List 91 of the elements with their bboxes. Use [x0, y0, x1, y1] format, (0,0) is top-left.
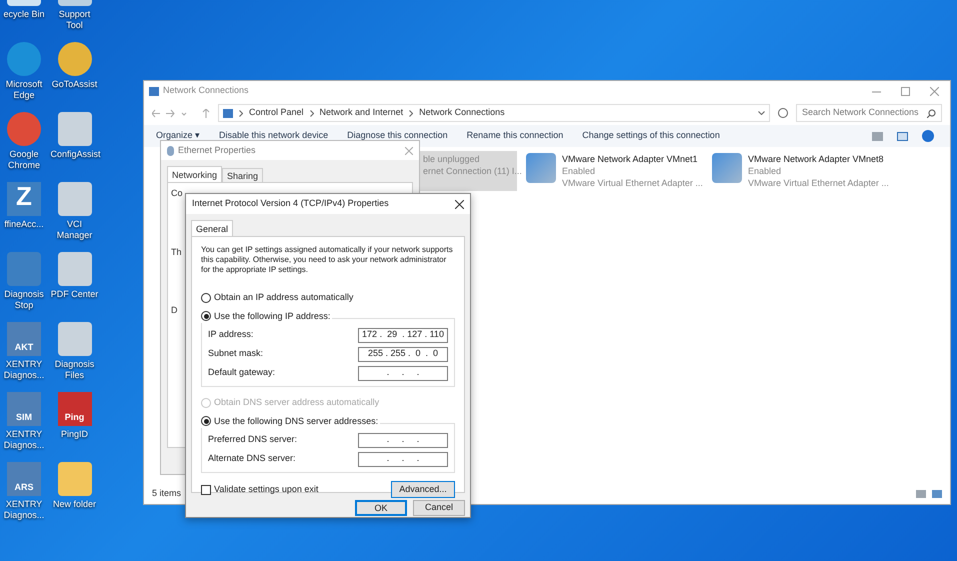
field-label: Alternate DNS server:	[208, 452, 296, 466]
icon-label: XENTRY Diagnos...	[2, 359, 46, 381]
help-icon[interactable]	[922, 130, 934, 142]
breadcrumb-item[interactable]: Network and Internet	[320, 106, 404, 120]
icon-label: ecycle Bin	[2, 9, 46, 20]
ip-field[interactable]: . . .	[358, 452, 448, 466]
radio-label: Obtain an IP address automatically	[214, 291, 354, 304]
app-icon[interactable]: Z	[7, 182, 41, 216]
adapter-tile[interactable]: VMware Network Adapter VMnet8 Enabled VMware Virtual Ethernet Adapter ...	[709, 151, 889, 191]
adapter-tile[interactable]: VMware Network Adapter VMnet1 Enabled VMware Virtual Ethernet Adapter ...	[523, 151, 703, 191]
toolbar-command[interactable]: Diagnose this connection	[347, 129, 448, 143]
icon-label: VCI Manager	[56, 219, 94, 241]
tab[interactable]: General	[191, 220, 234, 236]
icon-label: PingID	[60, 429, 89, 440]
app-icon[interactable]	[58, 462, 92, 496]
adapter-name: VMware Network Adapter VMnet8	[748, 153, 885, 165]
status-bar-text: 5 items	[152, 487, 182, 500]
label-text: D	[171, 304, 178, 317]
toolbar-command[interactable]: Rename this connection	[466, 129, 564, 143]
field-label: Default gateway:	[208, 366, 276, 380]
radio-button[interactable]	[201, 311, 211, 322]
field-label: IP address:	[208, 328, 254, 342]
toolbar-command[interactable]: Organize ▾	[156, 129, 200, 143]
app-icon[interactable]	[58, 322, 92, 356]
navigation-arrows-icon[interactable]	[152, 108, 210, 118]
icon-label: Diagnosis Files	[54, 359, 96, 381]
icon-label: Google Chrome	[6, 149, 41, 171]
icon-label: Diagnosis Stop	[3, 289, 45, 311]
icon-label: ffineAcc...	[3, 219, 45, 230]
adapter-device: VMware Virtual Ethernet Adapter ...	[748, 177, 889, 189]
app-icon[interactable]	[58, 252, 92, 286]
ip-field[interactable]: . . .	[358, 366, 448, 380]
icon-label: Support Tool	[58, 9, 92, 31]
field-label: Subnet mask:	[208, 347, 264, 360]
toolbar-command[interactable]: Disable this network device	[219, 129, 328, 143]
maximize-icon[interactable]	[901, 86, 910, 96]
preview-pane-icon[interactable]	[897, 132, 908, 140]
breadcrumb-item[interactable]: Network Connections	[419, 106, 505, 120]
adapter-device: VMware Virtual Ethernet Adapter ...	[562, 177, 703, 189]
app-icon[interactable]	[58, 42, 92, 76]
icon-label: PDF Center	[50, 289, 98, 300]
icon-label: GoToAssist	[50, 79, 98, 90]
app-icon[interactable]: AKT	[7, 322, 41, 356]
radio-label: Obtain DNS server address automatically	[214, 396, 380, 409]
refresh-icon[interactable]	[778, 108, 788, 118]
label-text: Co	[171, 187, 184, 200]
radio-label: Use the following IP address:	[214, 310, 330, 323]
dropdown-chevron-icon[interactable]	[758, 111, 765, 115]
tab[interactable]: Sharing	[222, 168, 264, 182]
address-bar[interactable]: Control Panel Network and Internet Network Connections	[218, 104, 770, 122]
app-icon[interactable]	[58, 112, 92, 146]
app-icon[interactable]: Ping	[58, 392, 92, 426]
adapter-status: Enabled	[748, 165, 782, 177]
chevron-icon	[409, 110, 414, 116]
search-field[interactable]: Search Network Connections	[796, 104, 942, 122]
ip-field[interactable]: . . .	[358, 432, 448, 448]
checkbox-label: Validate settings upon exit	[214, 482, 318, 496]
field-label: Preferred DNS server:	[208, 433, 298, 446]
adapter-status: ble unplugged	[423, 153, 481, 165]
chevron-icon	[310, 110, 314, 116]
app-icon[interactable]: SIM	[7, 392, 41, 426]
app-icon[interactable]	[58, 182, 92, 216]
label-text: Th	[171, 246, 183, 258]
radio-label: Use the following DNS server addresses:	[214, 414, 378, 428]
icon-label: XENTRY Diagnos...	[2, 499, 46, 521]
checkbox[interactable]	[201, 484, 211, 494]
radio-button[interactable]	[201, 292, 211, 303]
app-icon[interactable]: ARS	[7, 462, 41, 496]
dialog-button[interactable]: OK	[355, 500, 407, 516]
window-title: Network Connections	[163, 84, 249, 98]
dialog-button[interactable]: Cancel	[413, 500, 465, 516]
icon-label: ConfigAssist	[50, 149, 98, 160]
search-icon	[927, 108, 936, 118]
tab[interactable]: Networking	[167, 166, 222, 182]
chevron-icon	[239, 110, 243, 116]
icon-label: XENTRY Diagnos...	[2, 429, 46, 451]
advanced-button[interactable]: Advanced...	[391, 481, 455, 498]
toolbar-command[interactable]: Change settings of this connection	[582, 129, 720, 143]
ip-field[interactable]: 172 . 29 . 127 . 110	[358, 328, 448, 342]
ip-field[interactable]: 255 . 255 . 0 . 0	[358, 346, 448, 362]
icon-label: Microsoft Edge	[4, 79, 44, 101]
dialog-title: Ethernet Properties	[178, 144, 256, 157]
app-icon[interactable]	[7, 42, 41, 76]
adapter-status: Enabled	[562, 165, 596, 177]
radio-button[interactable]	[201, 416, 211, 426]
breadcrumb-item[interactable]: Control Panel	[249, 106, 304, 120]
description-text: You can get IP settings assigned automatically if your network supports this capability. Otherwise, you need to ask your network administrator for the appropriate IP settings.	[201, 245, 454, 275]
adapter-name: VMware Network Adapter VMnet1	[562, 153, 699, 165]
close-icon[interactable]	[455, 200, 464, 208]
icon-label: New folder	[52, 499, 98, 510]
dialog-title: Internet Protocol Version 4 (TCP/IPv4) Properties	[192, 197, 389, 210]
